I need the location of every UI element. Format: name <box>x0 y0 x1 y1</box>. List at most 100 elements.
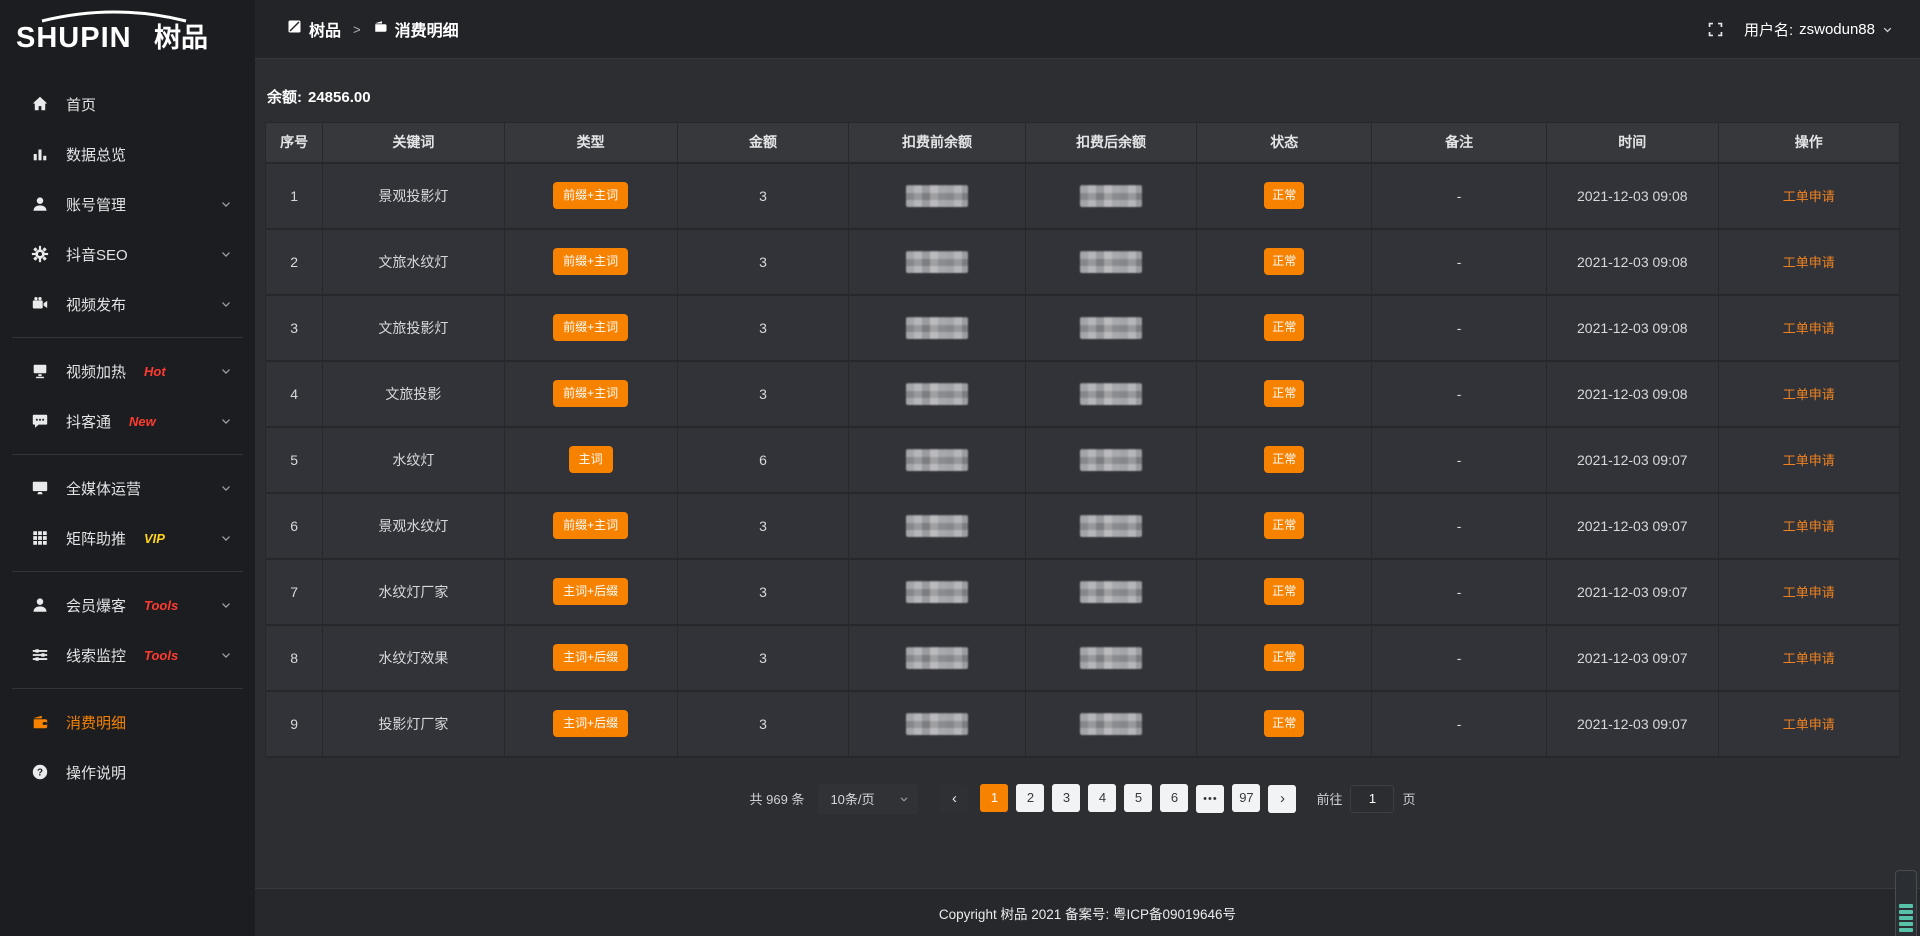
floating-widget[interactable] <box>1895 870 1917 936</box>
sidebar-item-clue[interactable]: 线索监控Tools <box>0 630 255 680</box>
cell-note: - <box>1372 427 1547 493</box>
sidebar-item-label: 线索监控 <box>66 645 126 666</box>
page-button-4[interactable]: 4 <box>1088 784 1116 812</box>
sidebar-item-seo[interactable]: 抖音SEO <box>0 229 255 279</box>
chevron-down-icon <box>219 364 233 378</box>
next-page-button[interactable]: › <box>1268 785 1296 813</box>
sidebar-item-media[interactable]: 全媒体运营 <box>0 463 255 513</box>
sidebar-item-data[interactable]: 数据总览 <box>0 129 255 179</box>
sidebar-item-account[interactable]: 账号管理 <box>0 179 255 229</box>
column-header: 类型 <box>504 123 677 163</box>
cell-amount: 3 <box>677 229 849 295</box>
status-badge: 正常 <box>1264 578 1304 604</box>
sidebar-item-label: 消费明细 <box>66 712 126 733</box>
cell-keyword: 文旅投影 <box>323 361 504 427</box>
page-button-1[interactable]: 1 <box>980 784 1008 812</box>
ticket-request-link[interactable]: 工单申请 <box>1783 585 1835 600</box>
status-badge: 正常 <box>1264 710 1304 736</box>
sidebar-item-label: 会员爆客 <box>66 595 126 616</box>
column-header: 关键词 <box>323 123 504 163</box>
ticket-request-link[interactable]: 工单申请 <box>1783 321 1835 336</box>
cell-amount: 3 <box>677 691 849 757</box>
ticket-request-link[interactable]: 工单申请 <box>1783 387 1835 402</box>
sidebar-item-member[interactable]: 会员爆客Tools <box>0 580 255 630</box>
wallet-icon <box>30 712 50 732</box>
monitor-icon <box>30 478 50 498</box>
bar-chart-icon <box>30 144 50 164</box>
chevron-down-icon <box>219 297 233 311</box>
cell-note: - <box>1372 229 1547 295</box>
redacted-value <box>1080 581 1142 603</box>
page-button-97[interactable]: 97 <box>1232 784 1260 812</box>
sidebar-item-help[interactable]: ?操作说明 <box>0 747 255 797</box>
cell-action: 工单申请 <box>1718 361 1899 427</box>
app-logo[interactable]: SHUPIN 树品 <box>0 0 255 65</box>
cell-time: 2021-12-03 09:07 <box>1547 625 1719 691</box>
cell-action: 工单申请 <box>1718 229 1899 295</box>
sidebar-divider <box>12 688 243 689</box>
redacted-value <box>906 581 968 603</box>
page-button-2[interactable]: 2 <box>1016 784 1044 812</box>
status-badge: 正常 <box>1264 380 1304 406</box>
sidebar-item-publish[interactable]: 视频发布 <box>0 279 255 329</box>
page-size-select[interactable]: 10条/页 <box>818 784 918 814</box>
sidebar-item-label: 全媒体运营 <box>66 478 141 499</box>
cell-status: 正常 <box>1197 361 1372 427</box>
grid-icon <box>30 528 50 548</box>
user-menu[interactable]: 用户名: zswodun88 <box>1744 19 1894 40</box>
cell-balance-after <box>1025 229 1197 295</box>
cell-time: 2021-12-03 09:07 <box>1547 427 1719 493</box>
type-badge: 前缀+主词 <box>553 380 628 406</box>
ticket-request-link[interactable]: 工单申请 <box>1783 189 1835 204</box>
page-button-5[interactable]: 5 <box>1124 784 1152 812</box>
redacted-value <box>906 317 968 339</box>
type-badge: 前缀+主词 <box>553 512 628 538</box>
ticket-request-link[interactable]: 工单申请 <box>1783 519 1835 534</box>
sidebar-divider <box>12 571 243 572</box>
cell-note: - <box>1372 295 1547 361</box>
ticket-request-link[interactable]: 工单申请 <box>1783 651 1835 666</box>
cell-index: 1 <box>266 163 323 229</box>
breadcrumb-separator: > <box>353 22 361 37</box>
column-header: 状态 <box>1197 123 1372 163</box>
sidebar-item-consume[interactable]: 消费明细 <box>0 697 255 747</box>
ticket-request-link[interactable]: 工单申请 <box>1783 255 1835 270</box>
cell-action: 工单申请 <box>1718 691 1899 757</box>
ticket-request-link[interactable]: 工单申请 <box>1783 717 1835 732</box>
cell-time: 2021-12-03 09:07 <box>1547 559 1719 625</box>
column-header: 金额 <box>677 123 849 163</box>
redacted-value <box>1080 647 1142 669</box>
cell-status: 正常 <box>1197 229 1372 295</box>
redacted-value <box>906 449 968 471</box>
sidebar-item-matrix[interactable]: 矩阵助推VIP <box>0 513 255 563</box>
cell-keyword: 水纹灯效果 <box>323 625 504 691</box>
ticket-request-link[interactable]: 工单申请 <box>1783 453 1835 468</box>
sidebar-item-label: 数据总览 <box>66 144 126 165</box>
topbar: 树品 > 消费明细 用户名: zswodun88 <box>255 0 1920 59</box>
cell-type: 前缀+主词 <box>504 229 677 295</box>
goto-page-input[interactable] <box>1350 785 1394 813</box>
sidebar-item-home[interactable]: 首页 <box>0 79 255 129</box>
breadcrumb-root-label: 树品 <box>309 17 341 41</box>
cell-note: - <box>1372 361 1547 427</box>
fullscreen-icon[interactable] <box>1707 21 1724 38</box>
sidebar-item-douketong[interactable]: 抖客通New <box>0 396 255 446</box>
breadcrumb-root[interactable]: 树品 <box>287 17 341 41</box>
status-badge: 正常 <box>1264 182 1304 208</box>
page-ellipsis-button[interactable]: ••• <box>1196 785 1224 813</box>
page-button-3[interactable]: 3 <box>1052 784 1080 812</box>
cell-action: 工单申请 <box>1718 493 1899 559</box>
cell-type: 前缀+主词 <box>504 295 677 361</box>
chevron-down-icon <box>219 598 233 612</box>
prev-page-button[interactable]: ‹ <box>940 785 968 813</box>
cell-balance-before <box>849 625 1025 691</box>
type-badge: 主词+后缀 <box>553 710 628 736</box>
page-button-6[interactable]: 6 <box>1160 784 1188 812</box>
sidebar-divider <box>12 454 243 455</box>
sidebar-item-heat[interactable]: 视频加热Hot <box>0 346 255 396</box>
sidebar: SHUPIN 树品 首页数据总览账号管理抖音SEO视频发布视频加热Hot抖客通N… <box>0 0 255 936</box>
chevron-down-icon <box>219 247 233 261</box>
breadcrumb-current[interactable]: 消费明细 <box>373 17 459 41</box>
cell-time: 2021-12-03 09:08 <box>1547 229 1719 295</box>
table-row: 9投影灯厂家主词+后缀3正常-2021-12-03 09:07工单申请 <box>266 691 1900 757</box>
